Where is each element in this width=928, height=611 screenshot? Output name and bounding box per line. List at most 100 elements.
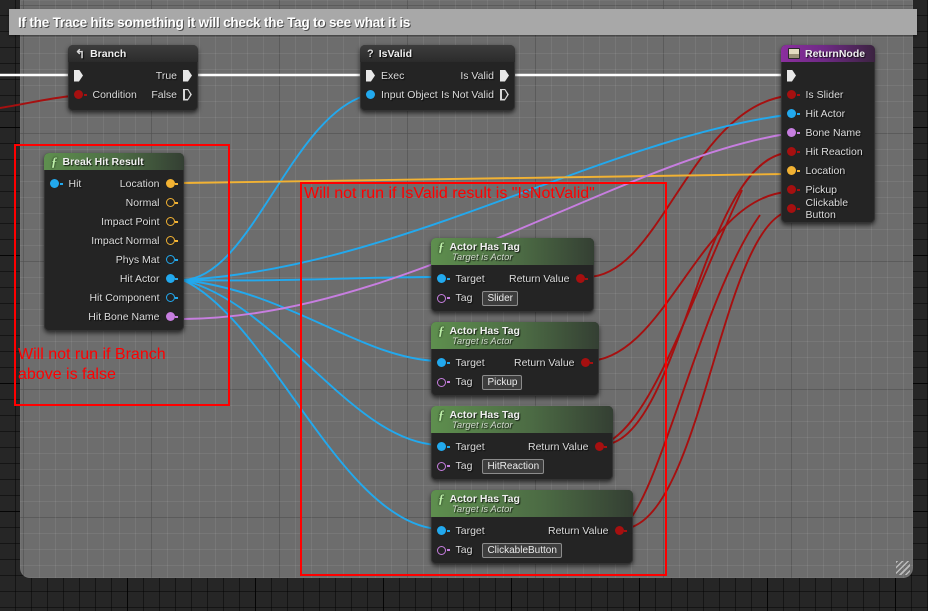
hit-reaction-pin[interactable] xyxy=(787,147,796,156)
aht2-tag-value[interactable]: HitReaction xyxy=(482,458,545,474)
aht0-target-pin[interactable] xyxy=(437,274,446,283)
bhr-row-normal: Normal xyxy=(44,193,184,212)
bone-name-pin[interactable] xyxy=(787,128,796,137)
node-return[interactable]: ReturnNode Is Slider Hit Actor Bone Name… xyxy=(781,45,875,223)
exec-out-false-pin[interactable] xyxy=(183,89,192,101)
function-icon: ƒ xyxy=(51,153,58,169)
return-hit-actor-label: Hit Actor xyxy=(805,107,846,120)
aht1-tag-value[interactable]: Pickup xyxy=(482,374,523,390)
aht0-tag-label: Tag xyxy=(455,292,473,304)
node-break-hit-result[interactable]: ƒ Break Hit Result Hit Location Normal I… xyxy=(44,153,184,331)
is-slider-pin[interactable] xyxy=(787,90,796,99)
aht0-title: Actor Has Tag xyxy=(449,240,520,253)
aht0-return-label: Return Value xyxy=(508,272,570,285)
isvalid-out-valid-pin[interactable] xyxy=(500,69,509,82)
out-hit-bone-name-pin[interactable] xyxy=(165,312,175,321)
isvalid-exec-label: Exec xyxy=(381,69,405,82)
aht3-row-tag: Tag ClickableButton xyxy=(431,540,633,560)
aht2-target-label: Target xyxy=(455,440,485,453)
out-hit-actor-pin[interactable] xyxy=(165,274,175,283)
branch-true-label: True xyxy=(155,69,177,82)
aht3-subtitle: Target is Actor xyxy=(452,504,513,515)
aht3-tag-value[interactable]: ClickableButton xyxy=(482,542,562,558)
out-hit-component-pin[interactable] xyxy=(165,293,175,302)
aht1-return-pin[interactable] xyxy=(580,358,590,367)
bhr-impact-point-label: Impact Point xyxy=(101,215,160,228)
function-icon: ƒ xyxy=(438,238,445,254)
hit-struct-pin[interactable] xyxy=(50,179,59,188)
out-impact-point-pin[interactable] xyxy=(165,217,175,226)
out-phys-mat-pin[interactable] xyxy=(165,255,175,264)
return-location-label: Location xyxy=(805,164,846,177)
out-impact-normal-pin[interactable] xyxy=(165,236,175,245)
return-row-exec xyxy=(781,66,875,85)
branch-false-label: False xyxy=(151,88,177,101)
return-row-location: Location xyxy=(781,161,875,180)
aht0-tag-pin[interactable] xyxy=(437,293,446,303)
return-pickup-label: Pickup xyxy=(805,183,838,196)
exec-out-true-pin[interactable] xyxy=(183,69,192,82)
aht3-return-label: Return Value xyxy=(547,524,609,537)
return-node-icon xyxy=(788,48,800,59)
isvalid-isnotvalid-label: Is Not Valid xyxy=(441,88,494,101)
hit-actor-pin[interactable] xyxy=(787,109,796,118)
aht2-return-pin[interactable] xyxy=(594,442,604,451)
aht3-title: Actor Has Tag xyxy=(449,492,520,505)
clickable-button-pin[interactable] xyxy=(787,204,796,213)
bhr-row-impact-normal: Impact Normal xyxy=(44,231,184,250)
isvalid-exec-in-pin[interactable] xyxy=(366,69,375,82)
bhr-location-label: Location xyxy=(119,177,160,190)
node-isvalid[interactable]: ? IsValid Exec Is Valid Input Object Is … xyxy=(360,45,515,111)
branch-annotation-text: Will not run if Branch above is false xyxy=(18,346,166,383)
graph-title-comment[interactable]: If the Trace hits something it will chec… xyxy=(9,9,917,35)
aht0-tag-value[interactable]: Slider xyxy=(482,290,519,306)
return-bone-name-label: Bone Name xyxy=(805,126,861,139)
node-actor-has-tag-pickup[interactable]: ƒ Actor Has Tag Target is Actor Target R… xyxy=(431,322,599,396)
aht2-tag-pin[interactable] xyxy=(437,461,446,471)
aht3-row-target: Target Return Value xyxy=(431,521,633,540)
return-row-bone-name: Bone Name xyxy=(781,123,875,142)
isvalid-isvalid-label: Is Valid xyxy=(460,69,494,82)
condition-pin[interactable] xyxy=(74,90,83,99)
node-branch-header: ↰ Branch xyxy=(68,45,198,62)
input-object-pin[interactable] xyxy=(366,90,375,99)
aht3-target-pin[interactable] xyxy=(437,526,446,535)
pickup-pin[interactable] xyxy=(787,185,796,194)
return-clickable-button-label: Clickable Button xyxy=(805,196,849,221)
node-isvalid-title: IsValid xyxy=(378,47,413,60)
aht3-return-pin[interactable] xyxy=(614,526,624,535)
node-actor-has-tag-hitreaction[interactable]: ƒ Actor Has Tag Target is Actor Target R… xyxy=(431,406,613,480)
function-icon: ƒ xyxy=(438,322,445,338)
bhr-hit-label: Hit xyxy=(68,177,82,190)
return-row-clickable-button: Clickable Button xyxy=(781,196,875,221)
aht0-subtitle: Target is Actor xyxy=(452,252,513,263)
aht2-target-pin[interactable] xyxy=(437,442,446,451)
aht3-tag-pin[interactable] xyxy=(437,545,446,555)
resize-grip[interactable] xyxy=(896,561,910,575)
branch-row-exec: True xyxy=(68,66,198,85)
aht3-target-label: Target xyxy=(455,524,485,537)
location-pin[interactable] xyxy=(787,166,796,175)
node-actor-has-tag-slider[interactable]: ƒ Actor Has Tag Target is Actor Target R… xyxy=(431,238,594,312)
return-exec-pin[interactable] xyxy=(787,69,796,82)
aht0-target-label: Target xyxy=(455,272,485,285)
out-location-pin[interactable] xyxy=(165,179,175,188)
blueprint-graph-canvas[interactable]: If the Trace hits something it will chec… xyxy=(0,0,928,611)
node-return-title: ReturnNode xyxy=(805,47,866,60)
node-break-hit-result-header: ƒ Break Hit Result xyxy=(44,153,184,170)
bhr-impact-normal-label: Impact Normal xyxy=(91,234,160,247)
aht1-target-pin[interactable] xyxy=(437,358,446,367)
aht2-row-tag: Tag HitReaction xyxy=(431,456,613,476)
exec-in-pin[interactable] xyxy=(74,69,83,82)
node-actor-has-tag-clickablebutton[interactable]: ƒ Actor Has Tag Target is Actor Target R… xyxy=(431,490,633,564)
function-icon: ƒ xyxy=(438,490,445,506)
isvalid-inputobject-label: Input Object xyxy=(381,88,438,101)
aht1-row-tag: Tag Pickup xyxy=(431,372,599,392)
isvalid-out-notvalid-pin[interactable] xyxy=(500,89,509,101)
out-normal-pin[interactable] xyxy=(165,198,175,207)
aht0-return-pin[interactable] xyxy=(575,274,585,283)
aht1-tag-pin[interactable] xyxy=(437,377,446,387)
aht0-row-tag: Tag Slider xyxy=(431,288,594,308)
bhr-row-location: Hit Location xyxy=(44,174,184,193)
node-branch[interactable]: ↰ Branch True Condition False xyxy=(68,45,198,111)
